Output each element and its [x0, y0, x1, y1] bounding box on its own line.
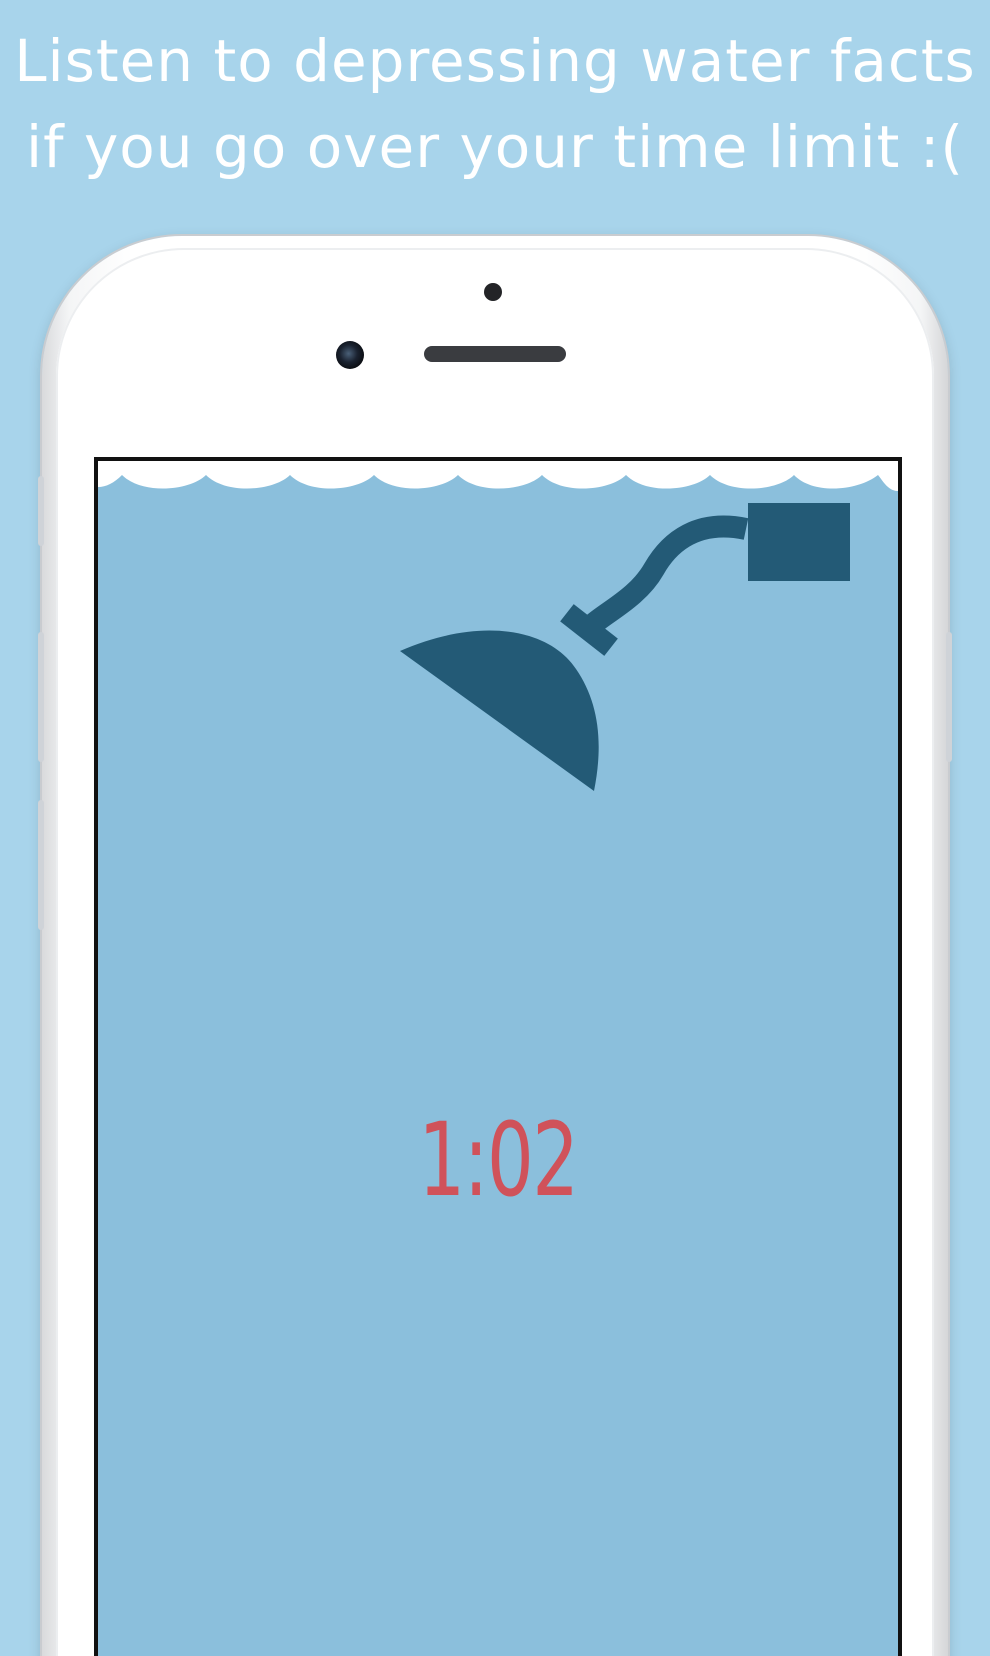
proximity-sensor — [484, 283, 502, 301]
front-camera-icon — [336, 341, 364, 369]
caption-line-1: Listen to depressing water facts — [14, 27, 976, 95]
shower-timer: 1:02 — [418, 1101, 579, 1220]
volume-up-button — [38, 632, 44, 762]
volume-down-button — [38, 800, 44, 930]
shower-head-icon — [400, 503, 850, 791]
caption-line-2: if you go over your time limit :( — [25, 113, 964, 181]
mute-switch — [38, 476, 44, 546]
app-screen[interactable]: 1:02 — [94, 457, 902, 1656]
promo-caption: Listen to depressing water facts if you … — [0, 18, 990, 190]
power-button — [946, 632, 952, 762]
promo-page: Listen to depressing water facts if you … — [0, 0, 990, 1656]
earpiece-speaker — [424, 346, 566, 362]
